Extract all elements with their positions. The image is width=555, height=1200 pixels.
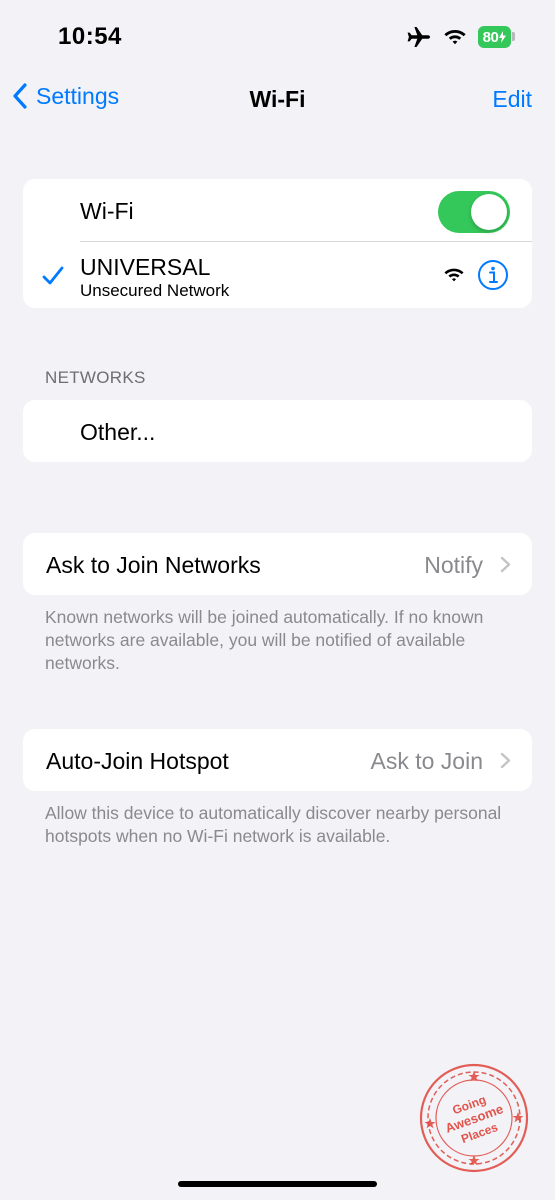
auto-join-row[interactable]: Auto-Join Hotspot Ask to Join xyxy=(23,729,532,791)
network-name: UNIVERSAL xyxy=(80,254,211,280)
charging-bolt-icon xyxy=(499,31,507,43)
ask-to-join-row[interactable]: Ask to Join Networks Notify xyxy=(23,533,532,595)
ask-to-join-label: Ask to Join Networks xyxy=(46,552,261,578)
edit-button[interactable]: Edit xyxy=(492,86,532,113)
wifi-card: Wi-Fi UNIVERSAL Unsecured Network xyxy=(23,179,532,308)
info-icon[interactable] xyxy=(477,259,509,291)
status-bar: 10:54 80 xyxy=(0,0,555,70)
wifi-icon xyxy=(444,30,466,45)
chevron-right-icon xyxy=(500,752,511,769)
auto-join-label: Auto-Join Hotspot xyxy=(46,748,229,774)
auto-join-footer: Allow this device to automatically disco… xyxy=(45,803,502,846)
ask-to-join-value: Notify xyxy=(424,552,483,578)
auto-join-value: Ask to Join xyxy=(370,748,484,774)
wifi-toggle-row: Wi-Fi xyxy=(23,179,532,242)
wifi-label: Wi-Fi xyxy=(80,198,134,224)
other-network-row[interactable]: Other... xyxy=(23,400,532,462)
battery-level: 80 xyxy=(482,28,499,46)
page-title: Wi-Fi xyxy=(249,86,306,112)
connected-network-row[interactable]: UNIVERSAL Unsecured Network xyxy=(23,242,532,308)
network-security: Unsecured Network xyxy=(80,281,230,300)
checkmark-icon xyxy=(42,266,64,285)
toggle-knob xyxy=(471,194,507,230)
wifi-signal-icon xyxy=(444,268,464,282)
other-network-label: Other... xyxy=(80,419,156,445)
ask-to-join-footer: Known networks will be joined automatica… xyxy=(45,607,484,673)
battery-icon: 80 xyxy=(478,26,511,48)
networks-section-header: NETWORKS xyxy=(45,368,146,387)
wifi-toggle[interactable] xyxy=(438,191,510,233)
airplane-icon xyxy=(407,27,430,47)
nav-bar: Settings Wi-Fi Edit xyxy=(0,70,555,130)
ask-to-join-card: Ask to Join Networks Notify xyxy=(23,533,532,595)
battery-nub xyxy=(512,32,515,41)
chevron-right-icon xyxy=(500,556,511,573)
home-indicator[interactable] xyxy=(178,1181,377,1187)
status-time: 10:54 xyxy=(58,23,122,50)
networks-card: Other... xyxy=(23,400,532,462)
watermark-stamp: Going Awesome Places xyxy=(419,1063,529,1173)
auto-join-card: Auto-Join Hotspot Ask to Join xyxy=(23,729,532,791)
